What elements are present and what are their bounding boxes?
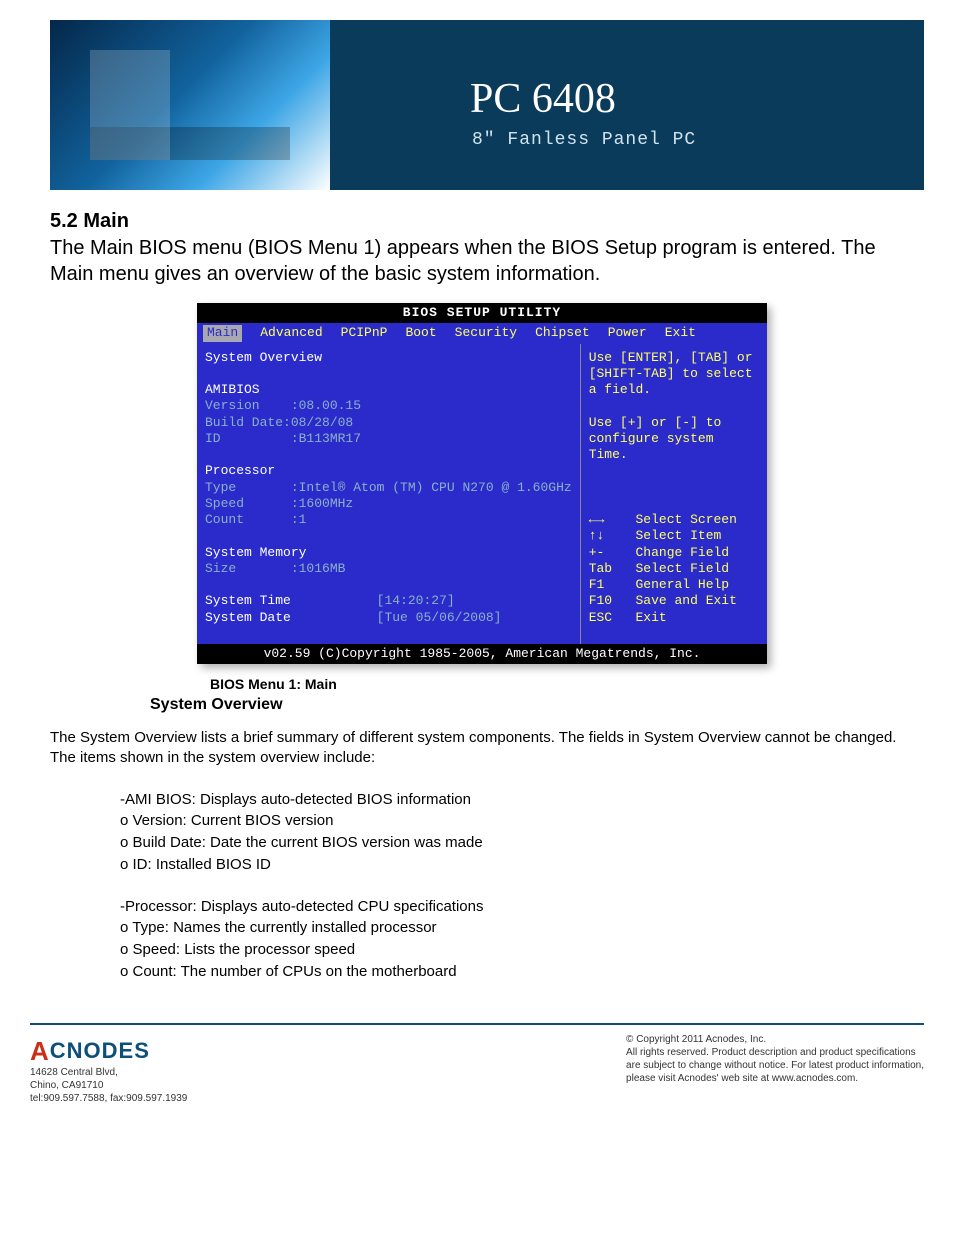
help-line: configure system <box>589 431 714 446</box>
count-row: Count :1 <box>205 512 306 527</box>
header-banner: PC 6408 8" Fanless Panel PC <box>50 20 924 190</box>
help-line: Use [+] or [-] to <box>589 415 722 430</box>
key-hint: ↑↓ Select Item <box>589 528 722 543</box>
copyright-line: © Copyright 2011 Acnodes, Inc. <box>626 1033 924 1046</box>
list-item: o Count: The number of CPUs on the mothe… <box>120 961 914 983</box>
bios-tab-main[interactable]: Main <box>203 325 242 341</box>
bios-screenshot: BIOS SETUP UTILITY Main Advanced PCIPnP … <box>197 303 767 664</box>
footer-right: © Copyright 2011 Acnodes, Inc. All right… <box>626 1033 924 1106</box>
bios-footer: v02.59 (C)Copyright 1985-2005, American … <box>197 644 767 664</box>
section-heading: 5.2 Main <box>50 210 914 233</box>
id-row: ID :B113MR17 <box>205 431 361 446</box>
key-hint: ESC Exit <box>589 610 667 625</box>
footer-address: 14628 Central Blvd, <box>30 1066 187 1079</box>
overview-label: System Overview <box>205 350 322 365</box>
bios-help-pane: Use [ENTER], [TAB] or [SHIFT-TAB] to sel… <box>581 344 767 644</box>
product-subtitle: 8" Fanless Panel PC <box>472 130 696 150</box>
bios-tab-power[interactable]: Power <box>608 325 647 341</box>
type-row: Type :Intel® Atom (TM) CPU N270 @ 1.60GH… <box>205 480 572 495</box>
list-item: o Type: Names the currently installed pr… <box>120 917 914 939</box>
help-line: Use [ENTER], [TAB] or <box>589 350 753 365</box>
footer-address: tel:909.597.7588, fax:909.597.1939 <box>30 1092 187 1105</box>
key-hint: F10 Save and Exit <box>589 593 737 608</box>
bios-caption: BIOS Menu 1: Main <box>210 676 914 692</box>
key-hint: F1 General Help <box>589 577 729 592</box>
help-line: a field. <box>589 382 651 397</box>
key-hint: +- Change Field <box>589 545 729 560</box>
bios-title: BIOS SETUP UTILITY <box>197 303 767 323</box>
system-date-row[interactable]: System Date [Tue 05/06/2008] <box>205 610 501 625</box>
bios-menubar: Main Advanced PCIPnP Boot Security Chips… <box>197 323 767 343</box>
speed-row: Speed :1600MHz <box>205 496 353 511</box>
section-intro: The Main BIOS menu (BIOS Menu 1) appears… <box>50 235 914 287</box>
copyright-line: please visit Acnodes' web site at www.ac… <box>626 1072 924 1085</box>
memory-label: System Memory <box>205 545 306 560</box>
size-row: Size :1016MB <box>205 561 345 576</box>
build-row: Build Date:08/28/08 <box>205 415 353 430</box>
help-line: Time. <box>589 447 628 462</box>
copyright-line: All rights reserved. Product description… <box>626 1046 924 1059</box>
bios-tab-security[interactable]: Security <box>455 325 517 341</box>
bios-tab-pcipnp[interactable]: PCIPnP <box>341 325 388 341</box>
bios-left-pane: System Overview AMIBIOS Version :08.00.1… <box>197 344 581 644</box>
list-item: o Version: Current BIOS version <box>120 810 914 832</box>
product-title: PC 6408 <box>470 75 616 123</box>
key-hint: ←→ Select Screen <box>589 512 737 527</box>
system-overview-heading: System Overview <box>150 696 914 714</box>
list-item: -AMI BIOS: Displays auto-detected BIOS i… <box>120 789 914 811</box>
list-item: o ID: Installed BIOS ID <box>120 854 914 876</box>
overview-paragraph: The System Overview lists a brief summar… <box>50 728 914 769</box>
processor-label: Processor <box>205 463 275 478</box>
bios-tab-advanced[interactable]: Advanced <box>260 325 322 341</box>
bios-tab-exit[interactable]: Exit <box>665 325 696 341</box>
amibios-label: AMIBIOS <box>205 382 260 397</box>
banner-photo <box>50 20 330 190</box>
amibios-list: -AMI BIOS: Displays auto-detected BIOS i… <box>120 789 914 876</box>
acnodes-logo: ACNODES <box>30 1033 187 1067</box>
bios-tab-chipset[interactable]: Chipset <box>535 325 590 341</box>
help-line: [SHIFT-TAB] to select <box>589 366 753 381</box>
footer-address: Chino, CA91710 <box>30 1079 187 1092</box>
version-row: Version :08.00.15 <box>205 398 361 413</box>
processor-list: -Processor: Displays auto-detected CPU s… <box>120 896 914 983</box>
list-item: o Speed: Lists the processor speed <box>120 939 914 961</box>
key-hint: Tab Select Field <box>589 561 729 576</box>
bios-tab-boot[interactable]: Boot <box>405 325 436 341</box>
footer-left: ACNODES 14628 Central Blvd, Chino, CA917… <box>30 1033 187 1106</box>
list-item: o Build Date: Date the current BIOS vers… <box>120 832 914 854</box>
copyright-line: are subject to change without notice. Fo… <box>626 1059 924 1072</box>
list-item: -Processor: Displays auto-detected CPU s… <box>120 896 914 918</box>
system-time-row[interactable]: System Time [14:20:27] <box>205 593 455 608</box>
page-footer: ACNODES 14628 Central Blvd, Chino, CA917… <box>30 1023 924 1106</box>
